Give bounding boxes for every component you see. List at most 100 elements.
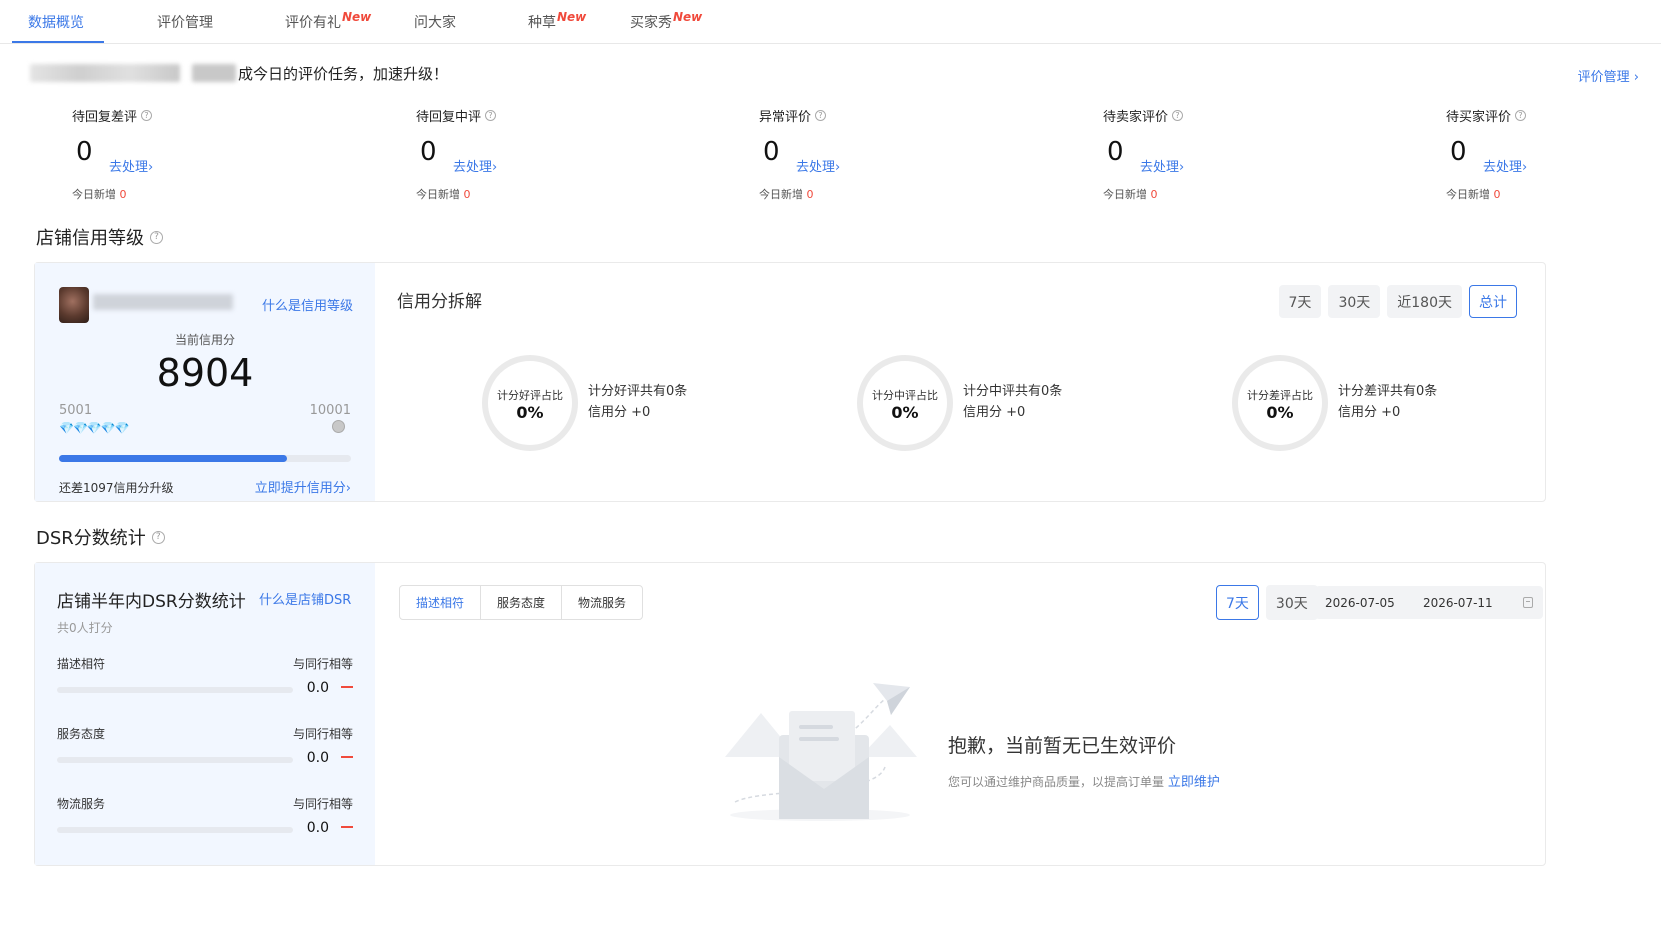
what-is-dsr-link[interactable]: 什么是店铺DSR — [259, 589, 351, 608]
current-credit-label: 当前信用分 — [174, 333, 235, 347]
empty-subtitle: 您可以通过维护商品质量，以提高订单量 立即维护 — [948, 771, 1220, 790]
ring-text: 计分差评共有0条 信用分 +0 — [1338, 381, 1437, 423]
go-handle-link[interactable]: 去处理› — [109, 156, 153, 175]
help-icon[interactable]: ? — [485, 110, 497, 121]
go-handle-link[interactable]: 去处理› — [796, 156, 840, 175]
what-is-credit-link[interactable]: 什么是信用等级 — [262, 295, 353, 314]
credit-period-selector: 7天 30天 近180天 总计 — [1278, 285, 1517, 318]
ring-credit: 信用分 +0 — [963, 405, 1026, 420]
ring-neutral: 计分中评占比 0% 计分中评共有0条 信用分 +0 — [857, 355, 1137, 451]
period-180d-button[interactable]: 近180天 — [1387, 285, 1462, 318]
diamond-level-icon: 💎💎💎💎💎 — [59, 421, 130, 435]
stat-value: 0 — [763, 137, 780, 167]
help-icon[interactable]: ? — [815, 110, 827, 121]
today-label: 今日新增 — [416, 188, 460, 201]
calendar-icon[interactable] — [1523, 597, 1533, 608]
segment-description[interactable]: 描述相符 — [400, 586, 482, 619]
maintain-now-link[interactable]: 立即维护 — [1168, 775, 1220, 790]
go-handle-link[interactable]: 去处理› — [1140, 156, 1184, 175]
help-icon[interactable]: ? — [1515, 110, 1527, 121]
ring-value: 0% — [1266, 403, 1294, 422]
stat-label-text: 待回复中评 — [416, 110, 482, 125]
stat-value: 0 — [76, 137, 93, 167]
segment-logistics[interactable]: 物流服务 — [562, 586, 642, 619]
today-label: 今日新增 — [72, 188, 116, 201]
dsr-row-logistics: 物流服务 与同行相等 0.0 — [57, 795, 353, 855]
period-30d-button[interactable]: 30天 — [1265, 585, 1318, 620]
today-label: 今日新增 — [1446, 188, 1490, 201]
go-handle-link[interactable]: 去处理› — [453, 156, 497, 175]
help-icon[interactable]: ? — [151, 530, 165, 544]
tab-ask-everyone[interactable]: 问大家 — [414, 12, 456, 32]
period-30d-button[interactable]: 30天 — [1328, 285, 1381, 318]
date-start[interactable]: 2026-07-05 — [1325, 596, 1423, 610]
help-icon[interactable]: ? — [141, 110, 153, 121]
help-icon[interactable]: ? — [150, 230, 163, 244]
next-level-medal-icon — [332, 420, 345, 433]
dsr-summary-card: 店铺半年内DSR分数统计 什么是店铺DSR 共0人打分 描述相符 与同行相等 0… — [35, 563, 375, 865]
tab-review-gift[interactable]: 评价有礼New — [285, 10, 371, 32]
dsr-row-name: 物流服务 — [57, 797, 106, 811]
period-7d-button[interactable]: 7天 — [1216, 585, 1259, 620]
ring-credit: 信用分 +0 — [588, 405, 651, 420]
task-text: 成今日的评价任务，加速升级！ — [238, 64, 449, 83]
ring-count: 计分好评共有0条 — [588, 384, 688, 399]
equal-dash-icon — [341, 686, 353, 688]
ring-text: 计分中评共有0条 信用分 +0 — [963, 381, 1062, 423]
negative-ratio-ring: 计分差评占比 0% — [1232, 355, 1328, 451]
stat-label-text: 待买家评价 — [1446, 110, 1512, 125]
tab-buyer-show[interactable]: 买家秀New — [630, 10, 702, 32]
dsr-row-name: 服务态度 — [57, 727, 106, 741]
today-value: 0 — [806, 188, 814, 201]
dsr-row-compare: 与同行相等 — [292, 657, 353, 671]
dsr-section-title: DSR分数统计? — [36, 524, 165, 550]
avatar — [59, 287, 89, 323]
go-handle-link[interactable]: 去处理› — [1483, 156, 1527, 175]
equal-dash-icon — [341, 826, 353, 828]
tab-label: 种草 — [528, 15, 556, 31]
task-banner: 成今日的评价任务，加速升级！ — [30, 62, 448, 84]
today-label: 今日新增 — [1103, 188, 1147, 201]
empty-subtitle-text: 您可以通过维护商品质量，以提高订单量 — [948, 775, 1165, 789]
tab-seeding[interactable]: 种草New — [528, 10, 586, 32]
today-value: 0 — [463, 188, 471, 201]
stat-label-text: 待回复差评 — [72, 110, 138, 125]
dsr-metric-selector: 描述相符 服务态度 物流服务 — [399, 585, 644, 620]
upgrade-credit-link[interactable]: 立即提升信用分› — [255, 477, 351, 496]
tab-data-overview[interactable]: 数据概览 — [28, 12, 84, 32]
dsr-row-description: 描述相符 与同行相等 0.0 — [57, 655, 353, 715]
stat-label: 待卖家评价? — [1103, 106, 1303, 125]
review-management-link[interactable]: 评价管理 › — [1578, 66, 1639, 85]
tab-review-management[interactable]: 评价管理 — [157, 12, 213, 32]
stat-value: 0 — [420, 137, 437, 167]
period-7d-button[interactable]: 7天 — [1278, 285, 1322, 318]
stat-pending-seller: 待卖家评价? 0 去处理› 今日新增 0 — [1103, 106, 1303, 201]
date-end[interactable]: 2026-07-11 — [1423, 596, 1519, 610]
dsr-row-value: 0.0 — [306, 750, 329, 766]
period-total-button[interactable]: 总计 — [1469, 285, 1517, 318]
dsr-row-compare: 与同行相等 — [292, 797, 353, 811]
tab-label: 问大家 — [414, 15, 456, 31]
active-tab-indicator — [12, 41, 104, 43]
date-range-picker[interactable]: 2026-07-05 2026-07-11 — [1315, 586, 1543, 619]
blurred-text — [30, 64, 180, 82]
today-new: 今日新增 0 — [759, 186, 814, 202]
segment-service[interactable]: 服务态度 — [481, 586, 563, 619]
credit-panel: 什么是信用等级 当前信用分 8904 5001 10001 💎💎💎💎💎 还差10… — [34, 262, 1546, 502]
good-ratio-ring: 计分好评占比 0% — [482, 355, 578, 451]
stat-value: 0 — [1107, 137, 1124, 167]
lack-text: 还差1097信用分升级 — [59, 481, 174, 495]
stat-label: 待回复差评? — [72, 106, 272, 125]
credit-progress-bar — [59, 455, 351, 462]
ring-value: 0% — [891, 403, 919, 422]
range-high: 10001 — [309, 403, 351, 418]
ring-label: 计分中评占比 — [872, 389, 938, 402]
help-icon[interactable]: ? — [1172, 110, 1184, 121]
today-new: 今日新增 0 — [416, 186, 471, 202]
tab-label: 评价管理 — [157, 15, 213, 31]
stat-label-text: 异常评价 — [759, 110, 812, 125]
dsr-period-selector: 7天 30天 — [1216, 585, 1318, 620]
stat-abnormal: 异常评价? 0 去处理› 今日新增 0 — [759, 106, 959, 201]
dsr-row-service: 服务态度 与同行相等 0.0 — [57, 725, 353, 785]
ring-negative: 计分差评占比 0% 计分差评共有0条 信用分 +0 — [1232, 355, 1512, 451]
